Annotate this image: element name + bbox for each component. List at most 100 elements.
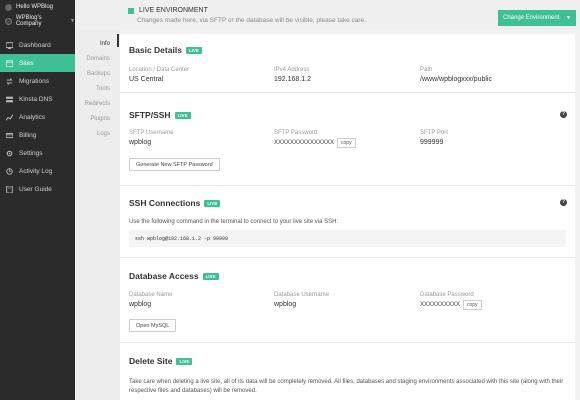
ssh-instructions: Use the following command in the termina… xyxy=(129,219,339,225)
sftp-port-label: SFTP Port xyxy=(420,130,448,136)
live-badge: LIVE xyxy=(185,46,202,54)
environment-subtitle: Changes made here, via SFTP or the datab… xyxy=(137,17,366,24)
sftp-password-field: XXXXXXXXXXXXXXX copy xyxy=(274,138,356,148)
dns-icon xyxy=(5,95,13,103)
db-username-value: wpblog xyxy=(274,301,297,308)
sidebar-item-label: Analytics xyxy=(19,113,46,121)
open-mysql-button[interactable]: Open MySQL xyxy=(129,319,177,332)
environment-title: LIVE ENVIRONMENT xyxy=(128,7,208,14)
company-name: WPBlog's Company xyxy=(15,15,42,27)
environment-indicator-icon xyxy=(128,7,134,14)
live-badge: LIVE xyxy=(204,199,221,207)
section-title: SSH Connections LIVE xyxy=(129,198,221,208)
settings-icon xyxy=(5,149,13,157)
activity-icon xyxy=(5,167,13,175)
chevron-down-icon: ▼ xyxy=(566,15,571,21)
tab-backups[interactable]: Backups xyxy=(80,66,120,81)
greeting-text: Hello WPBlog xyxy=(16,4,54,10)
section-title-text: SFTP/SSH xyxy=(129,110,171,120)
live-badge: LIVE xyxy=(176,357,193,365)
section-title-text: SSH Connections xyxy=(129,198,201,208)
sftp-section: SFTP/SSH LIVE ? SFTP Username wpblog SFT… xyxy=(120,93,575,186)
change-environment-dropdown[interactable]: Change Environment ▼ xyxy=(498,10,576,26)
section-title: Database Access LIVE xyxy=(129,271,219,281)
section-title: Basic Details LIVE xyxy=(129,45,202,55)
company-logo-icon xyxy=(5,17,12,25)
sidebar-item-label: Sites xyxy=(19,59,34,67)
sftp-port-value: 999999 xyxy=(420,139,444,146)
company-switcher[interactable]: WPBlog's Company ▼ xyxy=(0,14,75,28)
tab-tools[interactable]: Tools xyxy=(80,81,120,96)
change-environment-label: Change Environment xyxy=(503,15,560,21)
sftp-username-value: wpblog xyxy=(129,139,152,146)
sidebar-item-label: Activity Log xyxy=(19,167,53,175)
help-icon[interactable]: ? xyxy=(560,111,567,118)
tab-info[interactable]: Info xyxy=(80,36,120,51)
sidebar-item-activity-log[interactable]: Activity Log xyxy=(0,162,75,180)
section-title: Delete Site LIVE xyxy=(129,356,193,366)
db-name-value: wpblog xyxy=(129,301,152,308)
ip-label: IPv4 Address xyxy=(274,67,310,73)
sftp-password-value: XXXXXXXXXXXXXXX xyxy=(274,140,335,146)
sidebar-item-settings[interactable]: Settings xyxy=(0,144,75,162)
section-title: SFTP/SSH LIVE xyxy=(129,110,191,120)
delete-warning: Take care when deleting a live site, all… xyxy=(129,379,564,394)
sftp-username-label: SFTP Username xyxy=(129,130,174,136)
dashboard-icon xyxy=(5,41,13,49)
guide-icon xyxy=(5,185,13,193)
site-subnav: Info Domains Backups Tools Redirects Plu… xyxy=(80,36,120,141)
ssh-section: SSH Connections LIVE ? Use the following… xyxy=(120,186,575,258)
billing-icon xyxy=(5,131,13,139)
generate-sftp-password-button[interactable]: Generate New SFTP Password xyxy=(129,158,220,171)
analytics-icon xyxy=(5,113,13,121)
location-value: US Central xyxy=(129,76,164,83)
sidebar-item-user-guide[interactable]: User Guide xyxy=(0,180,75,198)
environment-title-text: LIVE ENVIRONMENT xyxy=(139,7,208,14)
db-username-label: Database Username xyxy=(274,292,330,298)
sidebar-item-kinsta-dns[interactable]: Kinsta DNS xyxy=(0,90,75,108)
db-password-field: XXXXXXXXXX copy xyxy=(420,300,482,310)
sidebar-item-label: Settings xyxy=(19,149,43,157)
tab-redirects[interactable]: Redirects xyxy=(80,96,120,111)
tab-logs[interactable]: Logs xyxy=(80,126,120,141)
section-title-text: Delete Site xyxy=(129,356,173,366)
sidebar: Hello WPBlog WPBlog's Company ▼ Dashboar… xyxy=(0,0,75,400)
db-password-value: XXXXXXXXXX xyxy=(420,302,461,308)
active-tab-indicator xyxy=(117,34,119,47)
ssh-command[interactable]: ssh wpblog@192.168.1.2 -p 99999 xyxy=(129,230,566,247)
sidebar-item-label: Kinsta DNS xyxy=(19,95,53,103)
sidebar-item-migrations[interactable]: Migrations xyxy=(0,72,75,90)
database-section: Database Access LIVE Database Name wpblo… xyxy=(120,258,575,343)
tab-plugins[interactable]: Plugins xyxy=(80,111,120,126)
section-title-text: Basic Details xyxy=(129,45,182,55)
live-badge: LIVE xyxy=(202,272,219,280)
user-greeting[interactable]: Hello WPBlog xyxy=(0,0,75,14)
sidebar-item-label: User Guide xyxy=(19,185,52,193)
main-panel: Basic Details LIVE Location / Data Cente… xyxy=(120,34,575,400)
ip-value: 192.168.1.2 xyxy=(274,76,311,83)
basic-details-section: Basic Details LIVE Location / Data Cente… xyxy=(120,34,575,93)
sidebar-item-label: Dashboard xyxy=(19,41,51,49)
section-title-text: Database Access xyxy=(129,271,199,281)
sidebar-item-label: Billing xyxy=(19,131,37,139)
avatar xyxy=(5,3,12,11)
sftp-password-label: SFTP Password xyxy=(274,130,318,136)
db-name-label: Database Name xyxy=(129,292,173,298)
copy-db-password-button[interactable]: copy xyxy=(463,300,482,310)
location-label: Location / Data Center xyxy=(129,67,190,73)
live-badge: LIVE xyxy=(174,111,191,119)
copy-password-button[interactable]: copy xyxy=(337,138,356,148)
path-label: Path xyxy=(420,67,433,73)
path-value: /www/wpblogxxx/public xyxy=(420,76,492,83)
db-password-label: Database Password xyxy=(420,292,474,298)
sidebar-item-label: Migrations xyxy=(19,77,49,85)
help-icon[interactable]: ? xyxy=(560,199,567,206)
sidebar-item-sites[interactable]: Sites xyxy=(0,54,75,72)
migrations-icon xyxy=(5,77,13,85)
delete-site-section: Delete Site LIVE Take care when deleting… xyxy=(120,343,575,400)
sidebar-item-billing[interactable]: Billing xyxy=(0,126,75,144)
sidebar-item-dashboard[interactable]: Dashboard xyxy=(0,36,75,54)
sidebar-item-analytics[interactable]: Analytics xyxy=(0,108,75,126)
tab-domains[interactable]: Domains xyxy=(80,51,120,66)
sites-icon xyxy=(5,59,13,67)
